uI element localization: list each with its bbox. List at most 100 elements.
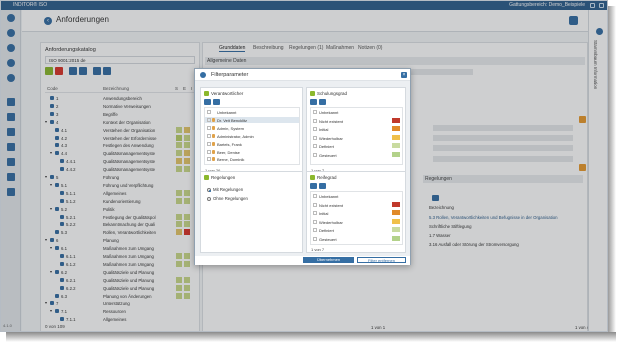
responsible-checkbox[interactable] <box>204 91 209 96</box>
user-icon <box>212 133 215 138</box>
training-option[interactable]: Gesteuert <box>311 152 402 158</box>
color-swatch <box>392 227 400 233</box>
regulations-title: Regelungen <box>211 175 236 180</box>
maturity-count: 1 von 7 <box>311 247 325 252</box>
filter-dialog: Filterparameter × Verantwortlicher Unbek… <box>194 68 411 265</box>
maturity-option[interactable]: Nicht existent <box>311 201 402 208</box>
user-icon <box>212 157 215 162</box>
maturity-filter-card: Reifegrad Unbekannt Nicht existent Initial… <box>306 171 406 253</box>
training-checkbox[interactable] <box>310 91 315 96</box>
responsible-option[interactable]: Dr. Veit Bencklitz <box>205 116 299 123</box>
maturity-option[interactable]: Gesteuert <box>311 236 402 242</box>
search-icon[interactable] <box>319 99 326 105</box>
maturity-title: Reifegrad <box>317 175 337 180</box>
color-swatch <box>392 201 400 207</box>
responsible-title: Verantwortlicher <box>211 91 244 96</box>
option-label: Definiert <box>319 144 334 150</box>
training-filter-card: Schulungsgrad Unbekannt Nicht existent Ini… <box>306 87 406 177</box>
option-checkbox[interactable] <box>313 127 317 132</box>
option-label: Initial <box>319 211 329 217</box>
option-label: Bartels, Frank <box>217 141 242 147</box>
maturity-option[interactable]: Initial <box>311 210 402 216</box>
option-label: Wiederholbar <box>319 135 343 141</box>
option-checkbox[interactable] <box>313 135 317 140</box>
option-checkbox[interactable] <box>313 118 317 123</box>
color-swatch <box>392 152 400 157</box>
select-all-icon[interactable] <box>204 99 211 105</box>
radio-label: Ohne Regelungen <box>213 196 248 201</box>
radio-label: Mit Regelungen <box>213 187 244 192</box>
training-option[interactable]: Unbekannt <box>311 109 402 115</box>
maturity-list: Unbekannt Nicht existent Initial Wiederholb… <box>310 191 403 245</box>
option-checkbox[interactable] <box>207 125 211 130</box>
color-swatch <box>392 210 400 216</box>
training-option[interactable]: Initial <box>311 126 402 132</box>
option-checkbox[interactable] <box>313 211 317 216</box>
option-checkbox[interactable] <box>313 237 317 241</box>
color-swatch <box>392 218 400 224</box>
option-checkbox[interactable] <box>313 228 317 233</box>
option-label: Nicht existent <box>319 118 344 124</box>
option-label: Gesteuert <box>319 153 337 158</box>
regulations-filter-card: Regelungen Mit Regelungen Ohne Regelunge… <box>200 171 303 253</box>
color-swatch <box>392 143 400 149</box>
color-swatch <box>392 117 400 123</box>
responsible-option[interactable]: Admin, System <box>205 125 299 131</box>
training-option[interactable]: Nicht existent <box>311 117 402 124</box>
option-checkbox[interactable] <box>313 202 317 207</box>
responsible-option[interactable]: Administrator, Admin <box>205 133 299 139</box>
option-label: Administrator, Admin <box>217 133 254 139</box>
option-label: Wiederholbar <box>319 219 343 225</box>
option-checkbox[interactable] <box>313 194 317 198</box>
filter-icon <box>200 72 206 78</box>
option-label: Admin, System <box>217 125 244 131</box>
option-label: Nicht existent <box>319 202 344 208</box>
clear-filter-button[interactable]: Filter entfernen <box>357 257 406 263</box>
option-label: Initial <box>319 127 329 133</box>
training-option[interactable]: Wiederholbar <box>311 134 402 141</box>
option-checkbox[interactable] <box>207 157 211 162</box>
option-label: Unbekannt <box>319 194 339 199</box>
option-checkbox[interactable] <box>313 110 317 114</box>
color-swatch <box>392 236 400 241</box>
option-checkbox[interactable] <box>207 110 211 114</box>
maturity-option[interactable]: Definiert <box>311 227 402 233</box>
option-checkbox[interactable] <box>207 149 211 154</box>
select-all-icon[interactable] <box>310 99 317 105</box>
search-icon[interactable] <box>319 183 326 189</box>
option-checkbox[interactable] <box>313 144 317 149</box>
option-label: Beer, Denise <box>217 149 240 155</box>
responsible-option[interactable]: Berne, Dominik <box>205 156 299 162</box>
responsible-option[interactable]: Unbekannt <box>205 109 299 115</box>
user-icon <box>212 117 215 122</box>
option-checkbox[interactable] <box>313 219 317 224</box>
training-option[interactable]: Definiert <box>311 143 402 149</box>
option-checkbox[interactable] <box>207 141 211 146</box>
responsible-list: Unbekannt Dr. Veit Bencklitz Admin, System… <box>204 107 300 165</box>
color-swatch <box>392 126 400 132</box>
select-all-icon[interactable] <box>310 183 317 189</box>
user-icon <box>212 125 215 130</box>
close-icon[interactable]: × <box>401 72 407 78</box>
maturity-option[interactable]: Wiederholbar <box>311 218 402 225</box>
dialog-title: Filterparameter <box>211 72 249 78</box>
user-icon <box>212 141 215 146</box>
option-checkbox[interactable] <box>313 153 317 157</box>
maturity-checkbox[interactable] <box>310 175 315 180</box>
training-list: Unbekannt Nicht existent Initial Wiederholb… <box>310 107 403 165</box>
responsible-option[interactable]: Bartels, Frank <box>205 141 299 147</box>
search-icon[interactable] <box>213 99 220 105</box>
option-checkbox[interactable] <box>207 117 211 122</box>
option-label: Definiert <box>319 228 334 234</box>
apply-button[interactable]: Übernehmen <box>303 257 354 263</box>
option-label: Unbekannt <box>319 110 339 115</box>
training-title: Schulungsgrad <box>317 91 348 96</box>
responsible-filter-card: Verantwortlicher Unbekannt Dr. Veit Benck… <box>200 87 303 177</box>
option-checkbox[interactable] <box>207 133 211 138</box>
app-window: INDITOR® ISO Gattungsbereich: Demo_Beisp… <box>0 0 608 332</box>
regulations-checkbox[interactable] <box>204 175 209 180</box>
option-label: Berne, Dominik <box>217 157 245 163</box>
maturity-option[interactable]: Unbekannt <box>311 193 402 199</box>
responsible-option[interactable]: Beer, Denise <box>205 149 299 155</box>
option-label: Unbekannt <box>217 110 237 115</box>
